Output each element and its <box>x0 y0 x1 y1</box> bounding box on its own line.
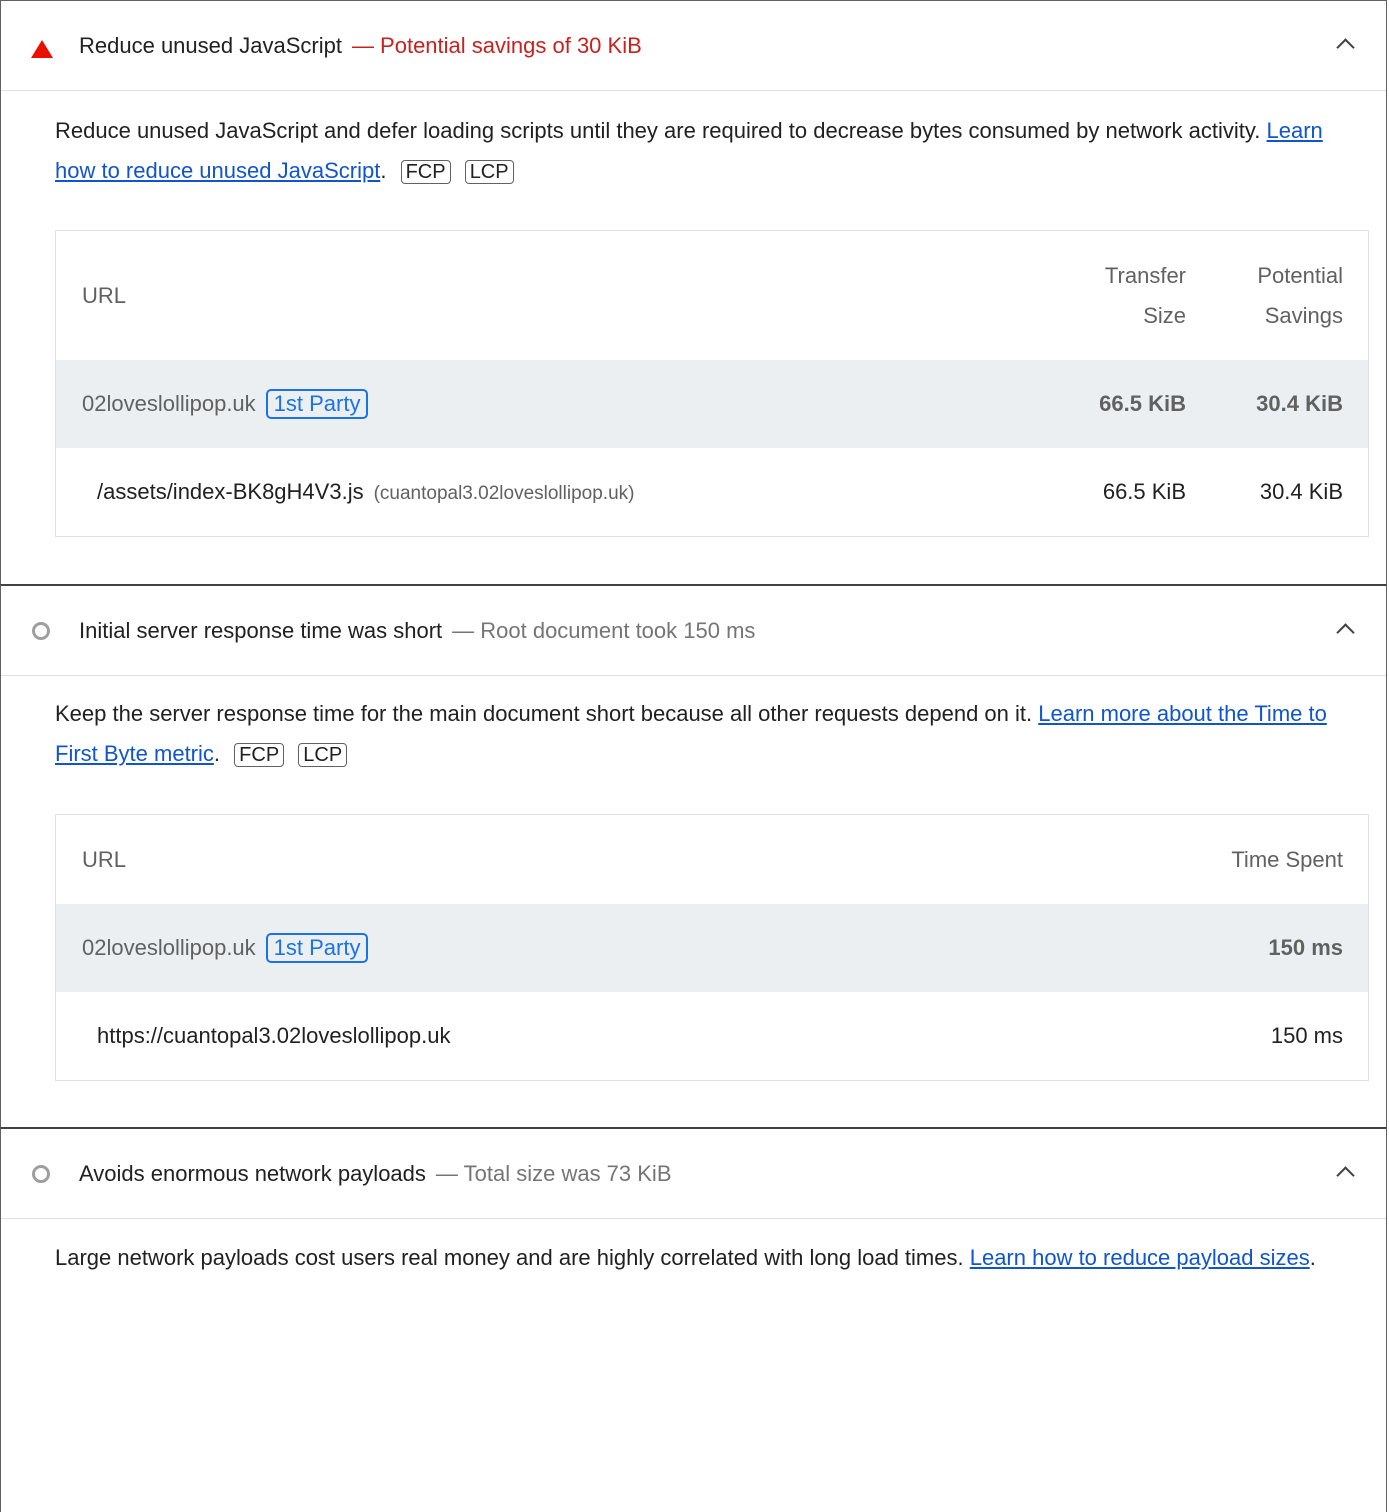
column-header-time-spent: Time Spent <box>1231 846 1343 872</box>
audit-display-value: — Total size was 73 KiB <box>435 1160 672 1186</box>
metric-badge-fcp: FCP <box>400 160 451 184</box>
audit-header[interactable]: Reduce unused JavaScript — Potential savi… <box>1 1 1386 91</box>
transfer-size-value: 66.5 KiB <box>1102 479 1186 504</box>
table-row: /assets/index-BK8gH4V3.js (cuantopal3.02l… <box>56 448 1368 536</box>
chevron-up-icon[interactable] <box>1336 623 1355 642</box>
resource-url[interactable]: https://cuantopal3.02loveslollipop.uk <box>97 1023 450 1049</box>
audit-header[interactable]: Avoids enormous network payloads — Total … <box>1 1129 1386 1219</box>
column-header-transfer-size: Transfer Size <box>1104 262 1186 328</box>
time-spent-value: 150 ms <box>1268 935 1343 960</box>
table-header: URL Transfer Size Potential Savings <box>56 231 1368 360</box>
column-header-url: URL <box>82 846 127 872</box>
transfer-size-value: 66.5 KiB <box>1099 391 1186 416</box>
audit-title: Reduce unused JavaScript — Potential savi… <box>79 32 642 58</box>
first-party-badge: 1st Party <box>265 389 369 419</box>
chevron-up-icon[interactable] <box>1336 1166 1355 1185</box>
column-header-url: URL <box>82 282 127 308</box>
entity-name: 02loveslollipop.uk <box>82 935 256 960</box>
audit-title: Initial server response time was short — … <box>79 617 756 643</box>
entity-name: 02loveslollipop.uk <box>82 391 256 416</box>
potential-savings-value: 30.4 KiB <box>1256 391 1343 416</box>
audit-description: Reduce unused JavaScript and defer loadi… <box>55 118 1323 184</box>
chevron-up-icon[interactable] <box>1336 38 1355 57</box>
table-header: URL Time Spent <box>56 815 1368 904</box>
pass-circle-icon <box>32 1165 50 1183</box>
pass-circle-icon <box>32 622 50 640</box>
audit-title: Avoids enormous network payloads — Total … <box>79 1160 672 1186</box>
metric-badge-lcp: LCP <box>464 160 514 184</box>
metric-badge-fcp: FCP <box>234 743 285 767</box>
audit-network-payloads: Avoids enormous network payloads — Total … <box>0 1127 1387 1512</box>
fail-triangle-icon <box>31 40 53 58</box>
learn-more-link[interactable]: Learn how to reduce payload sizes <box>970 1245 1310 1270</box>
table-row-entity: 02loveslollipop.uk 1st Party 66.5 KiB 30.… <box>56 360 1368 448</box>
details-table: URL Transfer Size Potential Savings 02love… <box>55 230 1369 537</box>
audit-description: Large network payloads cost users real m… <box>55 1245 1316 1270</box>
resource-host: (cuantopal3.02loveslollipop.uk) <box>373 483 635 504</box>
audit-header[interactable]: Initial server response time was short — … <box>1 586 1386 676</box>
table-row: https://cuantopal3.02loveslollipop.uk 15… <box>56 992 1368 1080</box>
first-party-badge: 1st Party <box>265 933 369 963</box>
audit-display-value: — Root document took 150 ms <box>452 617 756 643</box>
audit-server-response-time: Initial server response time was short — … <box>0 584 1387 1130</box>
resource-url[interactable]: /assets/index-BK8gH4V3.js <box>97 479 364 504</box>
audit-unused-javascript: Reduce unused JavaScript — Potential savi… <box>0 0 1387 586</box>
audit-description: Keep the server response time for the ma… <box>55 701 1327 767</box>
table-row-entity: 02loveslollipop.uk 1st Party 150 ms <box>56 904 1368 992</box>
time-spent-value: 150 ms <box>1270 1023 1343 1048</box>
column-header-potential-savings: Potential Savings <box>1257 262 1343 328</box>
metric-badge-lcp: LCP <box>298 743 348 767</box>
details-table: URL Time Spent 02loveslollipop.uk 1st Par… <box>55 814 1369 1081</box>
audit-display-value: — Potential savings of 30 KiB <box>351 32 642 58</box>
potential-savings-value: 30.4 KiB <box>1259 479 1343 504</box>
